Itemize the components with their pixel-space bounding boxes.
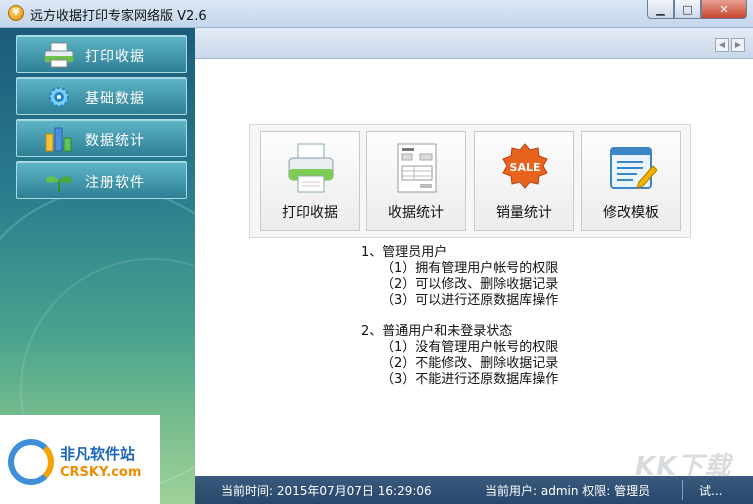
sale-badge-text: SALE <box>510 161 541 174</box>
logo-name-en: CRSKY.com <box>60 465 142 480</box>
sprout-icon <box>45 176 73 192</box>
sidebar-item-label: 打印收据 <box>85 49 145 65</box>
user-section-title: 2、普通用户和未登录状态 <box>361 324 513 339</box>
admin-permission-line: （1）拥有管理用户帐号的权限 <box>381 261 559 276</box>
tile-label: 修改模板 <box>603 205 659 221</box>
sidebar-item-label: 基础数据 <box>85 91 145 107</box>
admin-section-title: 1、管理员用户 <box>361 245 448 260</box>
printer-icon <box>44 42 74 68</box>
minimize-button[interactable]: ▁ <box>647 0 674 19</box>
toolbar: ◀ ▶ <box>195 28 753 59</box>
user-permission-line: （2）不能修改、删除收据记录 <box>381 356 559 371</box>
maximize-button[interactable]: □ <box>674 0 701 19</box>
user-permission-line: （3）不能进行还原数据库操作 <box>381 372 559 387</box>
tile-receipt-statistics[interactable]: 收据统计 <box>366 131 466 231</box>
sale-badge-icon: SALE <box>502 143 548 189</box>
invoice-icon <box>397 143 437 193</box>
tile-label: 打印收据 <box>282 205 338 221</box>
download-watermark: KK下载 <box>635 452 732 482</box>
scroll-right-button[interactable]: ▶ <box>731 38 745 52</box>
app-icon: ¥ <box>8 5 24 21</box>
quick-actions-panel: 打印收据 收据统计 SALE 销量统计 修改模板 <box>249 124 691 238</box>
title-bar: ¥ 远方收据打印专家网络版 V2.6 ▁ □ ✕ <box>0 0 753 28</box>
sidebar-item-data-statistics[interactable]: 数据统计 <box>16 119 187 157</box>
sidebar-item-print-receipt[interactable]: 打印收据 <box>16 35 187 73</box>
status-current-user: 当前用户: admin 权限: 管理员 <box>485 484 651 498</box>
tab-scroll-arrows: ◀ ▶ <box>715 38 745 52</box>
bar-chart-icon <box>45 127 72 152</box>
sidebar-item-register[interactable]: 注册软件 <box>16 161 187 199</box>
main-content: ◀ ▶ 打印收据 收据统计 SALE 销量统计 修改模板 1、管理员用户 （1）… <box>195 28 753 476</box>
logo-mark-icon <box>8 439 54 485</box>
admin-permission-line: （3）可以进行还原数据库操作 <box>381 293 559 308</box>
status-divider <box>682 480 683 500</box>
logo-name-cn: 非凡软件站 <box>60 445 136 463</box>
scroll-left-button[interactable]: ◀ <box>715 38 729 52</box>
status-mode: 试... <box>699 484 723 498</box>
tile-sales-statistics[interactable]: SALE 销量统计 <box>474 131 574 231</box>
gear-icon <box>49 87 69 107</box>
site-logo: 非凡软件站 CRSKY.com <box>0 415 160 504</box>
sidebar-item-label: 数据统计 <box>85 133 145 149</box>
status-current-time: 当前时间: 2015年07月07日 16:29:06 <box>221 484 432 498</box>
edit-document-icon <box>610 147 657 189</box>
tile-print-receipt[interactable]: 打印收据 <box>260 131 360 231</box>
tile-label: 销量统计 <box>496 205 552 221</box>
tile-edit-template[interactable]: 修改模板 <box>581 131 681 231</box>
printer-icon <box>288 143 334 193</box>
user-permission-line: （1）没有管理用户帐号的权限 <box>381 340 559 355</box>
sidebar-item-label: 注册软件 <box>85 175 145 191</box>
admin-permission-line: （2）可以修改、删除收据记录 <box>381 277 559 292</box>
window-title: 远方收据打印专家网络版 V2.6 <box>30 9 207 24</box>
close-button[interactable]: ✕ <box>701 0 747 19</box>
sidebar-item-basic-data[interactable]: 基础数据 <box>16 77 187 115</box>
tile-label: 收据统计 <box>388 205 444 221</box>
window-controls: ▁ □ ✕ <box>647 0 747 19</box>
